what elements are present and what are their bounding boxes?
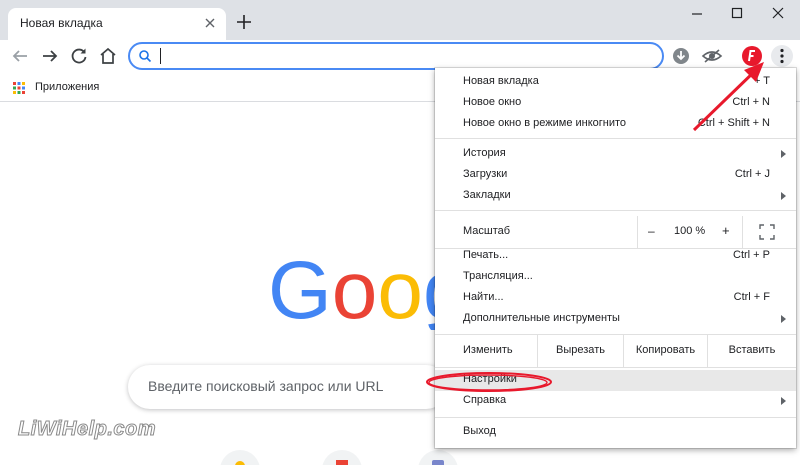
edit-label: Изменить: [463, 344, 513, 356]
menu-item-exit[interactable]: Выход: [435, 422, 796, 443]
shortcut-favicon-icon: [235, 461, 245, 465]
cut-label: Вырезать: [556, 344, 605, 356]
zoom-label: Масштаб: [463, 225, 511, 237]
menu-item-bookmarks[interactable]: Закладки: [435, 186, 796, 207]
tab-new-tab[interactable]: Новая вкладка: [8, 8, 226, 40]
fullscreen-icon[interactable]: [759, 224, 775, 240]
paste-button[interactable]: Вставить: [707, 335, 796, 367]
close-icon[interactable]: [202, 15, 218, 31]
submenu-arrow-icon: [781, 315, 786, 323]
menu-item-label: Загрузки: [463, 168, 508, 180]
menu-item-label: История: [463, 147, 506, 159]
menu-item-shortcut: Ctrl + J: [734, 168, 770, 180]
zoom-controls: – 100 % +: [637, 216, 743, 248]
menu-separator: [435, 417, 796, 418]
reload-icon[interactable]: [67, 44, 91, 68]
shortcut-favicon-icon: [336, 460, 348, 465]
shortcut-tile-2[interactable]: [322, 450, 362, 465]
search-placeholder: Введите поисковый запрос или URL: [148, 378, 384, 394]
menu-separator: [435, 138, 796, 139]
zoom-out-button[interactable]: –: [648, 224, 655, 238]
back-arrow-icon[interactable]: [8, 44, 32, 68]
menu-item-print[interactable]: Печать... Ctrl + P: [435, 246, 796, 267]
shortcut-favicon-icon: [432, 460, 444, 465]
paste-label: Вставить: [728, 344, 776, 356]
menu-item-label: Найти...: [463, 291, 504, 303]
menu-item-help[interactable]: Справка: [435, 391, 796, 412]
browser-window: Новая вкладка Приложения Goo Введите пои…: [0, 0, 800, 465]
google-logo-letter-1: G: [268, 250, 332, 330]
menu-separator: [435, 210, 796, 211]
menu-edit-row: Изменить Вырезать Копировать Вставить: [435, 335, 796, 367]
menu-item-shortcut: Ctrl + P: [733, 249, 770, 261]
submenu-arrow-icon: [781, 192, 786, 200]
submenu-arrow-icon: [781, 150, 786, 158]
window-close-icon[interactable]: [767, 4, 789, 22]
google-logo-letter-3: o: [377, 250, 423, 330]
tab-strip: Новая вкладка: [0, 0, 800, 40]
new-tab-plus-icon[interactable]: [234, 12, 254, 32]
copy-button[interactable]: Копировать: [623, 335, 707, 367]
copy-label: Копировать: [635, 344, 696, 356]
menu-item-history[interactable]: История: [435, 144, 796, 165]
google-search-box[interactable]: Введите поисковый запрос или URL: [128, 365, 448, 409]
apps-grid-icon[interactable]: [13, 82, 25, 94]
google-logo-letter-2: o: [332, 250, 378, 330]
menu-item-label: Новая вкладка: [463, 75, 539, 87]
menu-item-find[interactable]: Найти... Ctrl + F: [435, 288, 796, 309]
pointer-arrow-annotation: [692, 62, 764, 132]
highlight-ellipse-annotation: [426, 372, 552, 392]
menu-item-more-tools[interactable]: Дополнительные инструменты: [435, 309, 796, 330]
shortcut-tile-3[interactable]: [418, 450, 458, 465]
address-bar[interactable]: [128, 42, 664, 70]
search-icon: [139, 50, 152, 63]
menu-zoom-row: Масштаб – 100 % +: [435, 216, 796, 248]
menu-item-downloads[interactable]: Загрузки Ctrl + J: [435, 165, 796, 186]
menu-item-label: Новое окно в режиме инкогнито: [463, 117, 627, 129]
text-caret: [160, 48, 161, 64]
menu-item-label: Выход: [463, 425, 496, 437]
menu-item-cast[interactable]: Трансляция...: [435, 267, 796, 288]
watermark: LiWiHelp.com: [17, 418, 157, 441]
submenu-arrow-icon: [781, 397, 786, 405]
maximize-icon[interactable]: [726, 4, 748, 22]
menu-separator: [435, 367, 796, 368]
menu-item-label: Закладки: [463, 189, 511, 201]
cut-button[interactable]: Вырезать: [537, 335, 623, 367]
home-icon[interactable]: [96, 44, 120, 68]
zoom-value: 100 %: [674, 225, 706, 237]
menu-item-label: Печать...: [463, 249, 509, 261]
menu-kebab-icon[interactable]: [770, 44, 794, 68]
tab-title: Новая вкладка: [20, 16, 103, 30]
zoom-in-button[interactable]: +: [722, 223, 730, 238]
apps-link[interactable]: Приложения: [35, 81, 99, 93]
menu-item-label: Дополнительные инструменты: [463, 312, 620, 324]
menu-item-shortcut: Ctrl + F: [733, 291, 770, 303]
menu-item-label: Новое окно: [463, 96, 522, 108]
shortcut-tile-1[interactable]: [220, 450, 260, 465]
minimize-icon[interactable]: [686, 4, 708, 22]
menu-item-label: Трансляция...: [463, 270, 533, 282]
menu-item-label: Справка: [463, 394, 507, 406]
forward-arrow-icon[interactable]: [38, 44, 62, 68]
